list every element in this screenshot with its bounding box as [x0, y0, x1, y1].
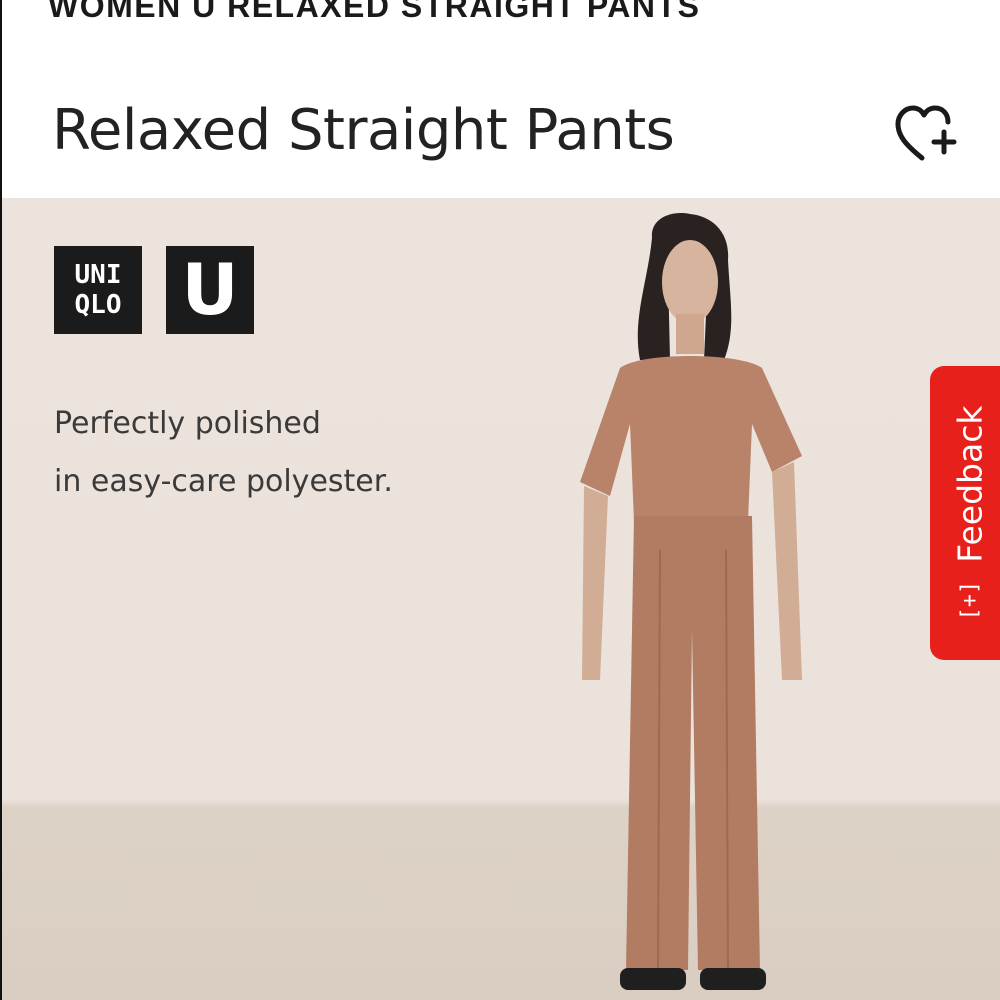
feedback-tab[interactable]: [+] Feedback: [930, 366, 1000, 660]
model-image: [580, 213, 802, 990]
feedback-plus-icon: [+]: [957, 580, 983, 621]
page-title: WOMEN U RELAXED STRAIGHT PANTS: [48, 0, 701, 24]
uniqlo-logo-line1: UNI: [74, 260, 122, 290]
hero-banner[interactable]: [2, 198, 1000, 1000]
tagline-line1: Perfectly polished: [54, 406, 321, 441]
heart-plus-icon: [895, 105, 957, 161]
uniqlo-logo: UNI QLO: [54, 246, 142, 334]
uniqlo-logo-line2: QLO: [74, 290, 122, 320]
feedback-label: Feedback: [950, 405, 990, 563]
hero-tagline: Perfectly polished in easy-care polyeste…: [54, 395, 393, 511]
tagline-line2: in easy-care polyester.: [54, 464, 393, 499]
product-heading: Relaxed Straight Pants: [52, 98, 675, 163]
wishlist-button[interactable]: [890, 96, 966, 172]
uniqlo-u-logo: U: [166, 246, 254, 334]
